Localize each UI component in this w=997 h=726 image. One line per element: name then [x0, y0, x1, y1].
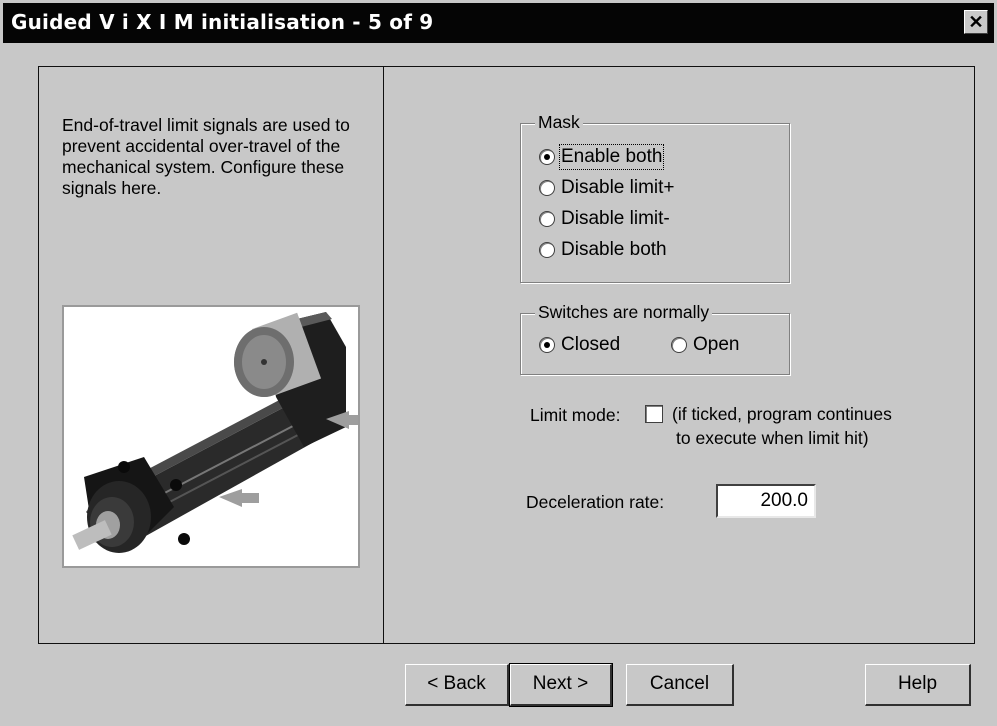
close-icon: ✕: [968, 12, 984, 32]
radio-dot[interactable]: [539, 211, 555, 227]
limit-mode-hint-2: to execute when limit hit): [676, 428, 869, 448]
mask-groupbox: Mask Enable both Disable limit+ Disable …: [520, 112, 790, 283]
radio-closed[interactable]: Closed: [539, 334, 620, 356]
radio-label: Enable both: [558, 144, 665, 170]
help-button[interactable]: Help: [865, 664, 971, 706]
mask-legend: Mask: [535, 112, 583, 133]
description-text: End-of-travel limit signals are used to …: [62, 115, 350, 198]
limit-mode-hint-1: (if ticked, program continues: [672, 404, 892, 424]
window-title: Guided V i X I M initialisation - 5 of 9: [11, 10, 434, 34]
radio-dot[interactable]: [671, 337, 687, 353]
cancel-button[interactable]: Cancel: [626, 664, 734, 706]
title-bar[interactable]: Guided V i X I M initialisation - 5 of 9…: [3, 3, 994, 43]
close-button[interactable]: ✕: [964, 10, 988, 34]
deceleration-label: Deceleration rate:: [526, 492, 665, 512]
linear-actuator-illustration: [64, 307, 358, 566]
radio-dot-checked[interactable]: [539, 337, 555, 353]
radio-label: Disable limit+: [561, 177, 675, 198]
radio-dot[interactable]: [539, 180, 555, 196]
next-button[interactable]: Next >: [509, 663, 613, 707]
switches-legend: Switches are normally: [535, 302, 713, 323]
radio-label: Disable both: [561, 239, 667, 260]
radio-dot-checked[interactable]: [539, 149, 555, 165]
radio-disable-limit-plus[interactable]: Disable limit+: [539, 177, 675, 199]
deceleration-input[interactable]: 200.0: [716, 484, 816, 518]
back-button[interactable]: < Back: [405, 664, 509, 706]
limit-mode-label: Limit mode:: [530, 405, 621, 425]
radio-open[interactable]: Open: [671, 334, 739, 356]
radio-label: Open: [693, 334, 740, 355]
radio-label: Closed: [561, 334, 621, 355]
limit-mode-checkbox[interactable]: [645, 405, 663, 423]
radio-dot[interactable]: [539, 242, 555, 258]
wizard-panel: End-of-travel limit signals are used to …: [38, 66, 975, 644]
actuator-image: [62, 305, 360, 568]
switches-groupbox: Switches are normally Closed Open: [520, 302, 790, 375]
radio-enable-both[interactable]: Enable both: [539, 144, 665, 170]
radio-disable-limit-minus[interactable]: Disable limit-: [539, 208, 670, 230]
panel-divider: [383, 67, 384, 643]
dialog-window: Guided V i X I M initialisation - 5 of 9…: [0, 0, 997, 726]
radio-disable-both[interactable]: Disable both: [539, 239, 667, 261]
radio-label: Disable limit-: [561, 208, 670, 229]
